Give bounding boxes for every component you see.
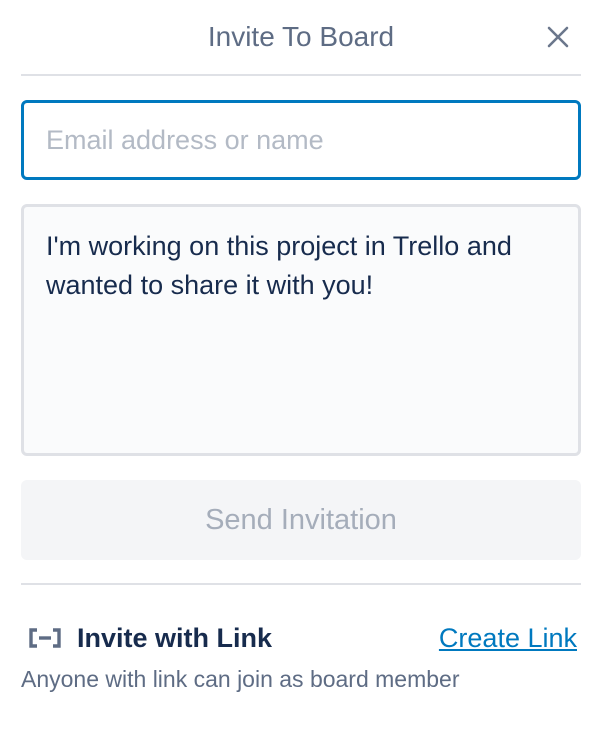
section-divider [21, 583, 581, 585]
close-icon [547, 26, 569, 48]
email-or-name-input[interactable] [21, 100, 581, 180]
invitation-message-field[interactable]: I'm working on this project in Trello an… [21, 204, 581, 456]
invite-with-link-title: Invite with Link [77, 623, 273, 653]
create-link-button[interactable]: Create Link [439, 618, 577, 658]
invitation-message-text: I'm working on this project in Trello an… [46, 231, 512, 300]
popover-title: Invite To Board [207, 21, 395, 52]
invite-link-description: Anyone with link can join as board membe… [21, 666, 460, 692]
invite-with-link-row: Invite with Link Create Link [21, 618, 581, 658]
send-invitation-button[interactable]: Send Invitation [21, 480, 581, 560]
invite-to-board-popover: Invite To Board I'm working on this proj… [0, 0, 602, 736]
link-icon [29, 628, 61, 648]
close-button[interactable] [541, 20, 575, 54]
popover-header: Invite To Board [21, 0, 581, 76]
